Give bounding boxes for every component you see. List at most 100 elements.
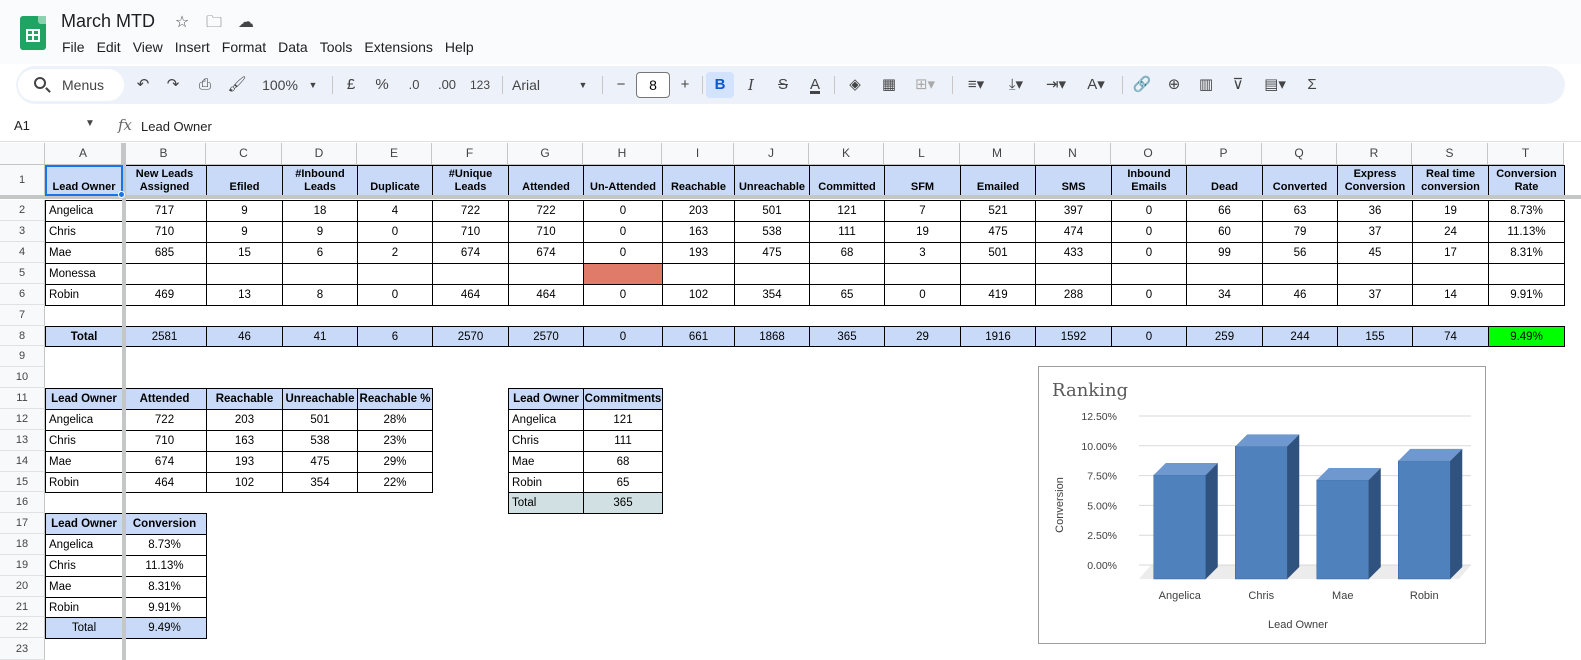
total-cell[interactable]: 244 [1262,326,1338,347]
data-cell[interactable]: 19 [1412,200,1489,222]
data-cell[interactable]: 419 [960,284,1036,306]
header-cell[interactable]: Converted [1262,165,1338,197]
data-cell[interactable] [122,263,207,285]
data-cell[interactable] [809,263,885,285]
lead-owner-cell[interactable]: Robin [45,284,123,306]
column-header-h[interactable]: H [583,143,662,165]
column-header-d[interactable]: D [282,143,357,165]
column-header-l[interactable]: L [884,143,960,165]
data-cell[interactable]: 18 [282,200,358,222]
strikethrough-button[interactable]: S [772,72,794,98]
column-header-p[interactable]: P [1186,143,1262,165]
commit-cell[interactable]: 111 [583,430,663,452]
row-header-18[interactable]: 18 [0,534,45,555]
data-cell[interactable]: 7 [884,200,961,222]
total-cell[interactable]: 41 [282,326,358,347]
menu-insert[interactable]: Insert [169,37,216,57]
font-size-decrease-button[interactable]: − [612,72,630,98]
bold-button[interactable]: B [706,72,734,98]
data-cell[interactable] [508,263,584,285]
data-cell[interactable]: 469 [122,284,207,306]
column-header-t[interactable]: T [1488,143,1564,165]
data-cell[interactable] [357,263,433,285]
data-cell[interactable] [884,263,961,285]
data-cell[interactable]: 538 [734,221,810,243]
data-cell[interactable]: 0 [583,242,663,264]
header-cell[interactable]: SFM [884,165,961,197]
column-header-n[interactable]: N [1035,143,1111,165]
total-cell[interactable]: 155 [1337,326,1413,347]
commit-cell[interactable]: 68 [583,451,663,473]
commit-cell[interactable]: Robin [508,472,584,493]
data-cell[interactable] [1412,263,1489,285]
insert-chart-icon[interactable]: ▥ [1194,72,1218,98]
total-cell[interactable]: 0 [1111,326,1187,347]
column-header-k[interactable]: K [809,143,884,165]
total-cell[interactable]: 2570 [432,326,509,347]
reach-cell[interactable]: Robin [45,472,123,493]
header-cell[interactable]: #Unique Leads [432,165,509,197]
data-cell[interactable]: 717 [122,200,207,222]
increase-decimal-button[interactable]: .00 [434,72,460,98]
commit-cell[interactable]: 65 [583,472,663,493]
select-all-corner[interactable] [0,143,45,165]
reach-cell[interactable]: 674 [122,451,207,473]
data-cell[interactable]: 475 [960,221,1036,243]
conv-header-cell[interactable]: Lead Owner [45,513,123,535]
commit-cell[interactable]: 121 [583,409,663,431]
conv-cell[interactable]: Mae [45,576,123,598]
data-cell[interactable]: 68 [809,242,885,264]
currency-format-button[interactable]: £ [342,72,360,98]
row-header-1[interactable]: 1 [0,165,45,196]
freeze-column-divider[interactable] [122,143,126,660]
data-cell[interactable]: 288 [1035,284,1112,306]
data-cell[interactable]: 99 [1186,242,1263,264]
data-cell[interactable]: 0 [1111,200,1187,222]
row-header-3[interactable]: 3 [0,221,45,242]
insert-link-icon[interactable]: 🔗 [1130,72,1154,98]
conv-header-cell[interactable]: Conversion [122,513,207,535]
menu-tools[interactable]: Tools [314,37,359,57]
conv-total-cell[interactable]: Total [45,617,123,639]
row-header-21[interactable]: 21 [0,597,45,617]
total-cell[interactable]: 365 [809,326,885,347]
data-cell[interactable]: 6 [282,242,358,264]
row-header-2[interactable]: 2 [0,200,45,221]
data-cell[interactable]: 15 [206,242,283,264]
data-cell[interactable] [282,263,358,285]
row-header-6[interactable]: 6 [0,284,45,305]
data-cell[interactable]: 9 [206,221,283,243]
total-cell[interactable]: 259 [1186,326,1263,347]
data-cell[interactable]: 9 [206,200,283,222]
data-cell[interactable]: 37 [1337,221,1413,243]
total-cell[interactable]: 0 [583,326,663,347]
commit-cell[interactable]: Mae [508,451,584,473]
data-cell[interactable]: 521 [960,200,1036,222]
header-cell[interactable]: Real time conversion [1412,165,1489,197]
header-cell[interactable]: Reachable [662,165,735,197]
sheets-logo-icon[interactable] [20,16,46,50]
data-cell[interactable] [1262,263,1338,285]
reach-cell[interactable]: 102 [206,472,283,493]
column-header-f[interactable]: F [432,143,508,165]
reach-cell[interactable]: 722 [122,409,207,431]
reach-header-cell[interactable]: Attended [122,388,207,410]
header-cell[interactable]: Conversion Rate [1488,165,1565,197]
header-cell[interactable]: Dead [1186,165,1263,197]
menu-extensions[interactable]: Extensions [358,37,438,57]
row-header-22[interactable]: 22 [0,617,45,638]
data-cell[interactable]: 0 [1111,221,1187,243]
column-header-s[interactable]: S [1412,143,1488,165]
data-cell[interactable]: 674 [508,242,584,264]
column-header-o[interactable]: O [1111,143,1186,165]
column-header-e[interactable]: E [357,143,432,165]
row-header-15[interactable]: 15 [0,472,45,492]
row-header-12[interactable]: 12 [0,409,45,430]
text-rotation-icon[interactable]: A▾ [1080,72,1112,98]
row-header-14[interactable]: 14 [0,451,45,472]
name-box-chevron-down-icon[interactable]: ▼ [85,118,95,129]
row-header-13[interactable]: 13 [0,430,45,451]
data-cell[interactable]: 3 [884,242,961,264]
reach-cell[interactable]: 501 [282,409,358,431]
header-cell[interactable]: Attended [508,165,584,197]
